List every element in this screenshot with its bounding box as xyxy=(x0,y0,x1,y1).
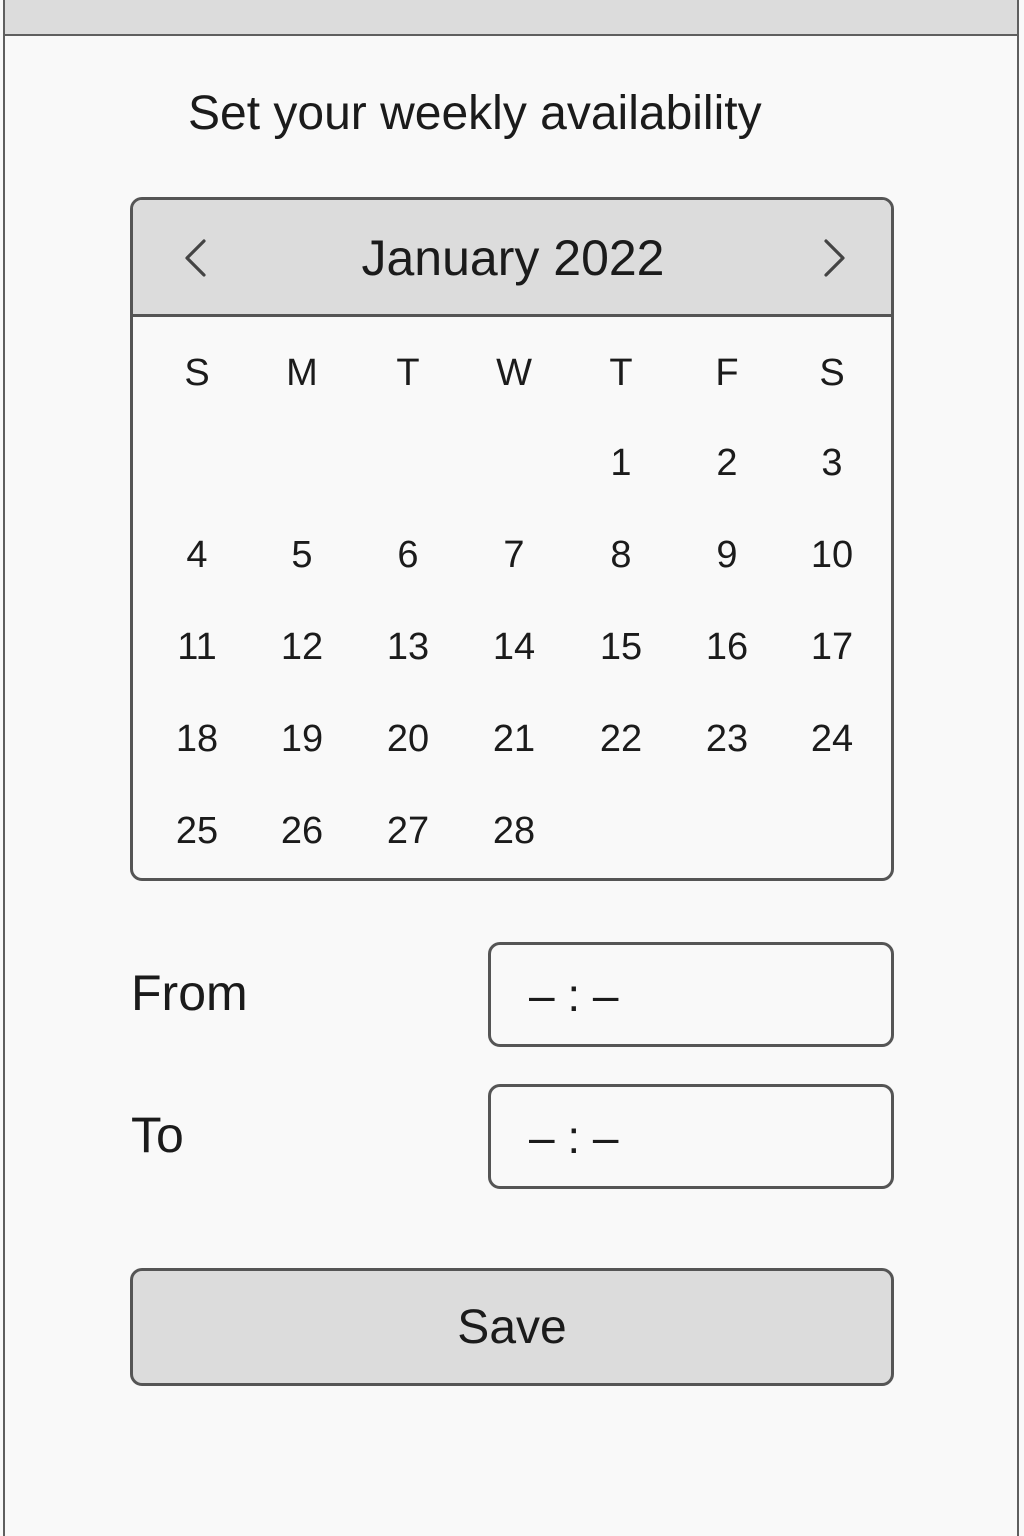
weekday-label: S xyxy=(819,352,845,394)
save-button[interactable]: Save xyxy=(130,1268,894,1386)
day-cell[interactable]: 3 xyxy=(792,433,872,493)
week-row: 11 12 13 14 15 16 17 xyxy=(133,617,891,677)
day-cell[interactable]: 18 xyxy=(157,709,237,769)
day-cell[interactable]: 12 xyxy=(262,617,342,677)
chevron-left-icon xyxy=(185,239,206,277)
day-cell[interactable]: 11 xyxy=(157,617,237,677)
weekday-label: S xyxy=(184,352,210,394)
day-cell[interactable]: 4 xyxy=(157,525,237,585)
day-cell[interactable]: 8 xyxy=(581,525,661,585)
calendar-header: January 2022 xyxy=(133,200,891,317)
weekday-label: T xyxy=(609,352,633,394)
day-cell[interactable]: 25 xyxy=(157,801,237,861)
day-cell[interactable]: 23 xyxy=(687,709,767,769)
day-cell[interactable]: 26 xyxy=(262,801,342,861)
day-cell[interactable]: 7 xyxy=(474,525,554,585)
from-time-input[interactable] xyxy=(488,942,894,1047)
day-cell[interactable]: 20 xyxy=(368,709,448,769)
day-cell[interactable]: 19 xyxy=(262,709,342,769)
weekday-label: M xyxy=(286,352,318,394)
day-cell[interactable]: 27 xyxy=(368,801,448,861)
calendar: January 2022 SMTWTFS 1 2 3 4 5 6 7 8 9 10 11 12 13 14… xyxy=(130,197,894,881)
day-cell[interactable]: 1 xyxy=(581,433,661,493)
day-cell[interactable]: 15 xyxy=(581,617,661,677)
week-row: 18 19 20 21 22 23 24 xyxy=(133,709,891,769)
day-cell[interactable]: 14 xyxy=(474,617,554,677)
to-time-input[interactable] xyxy=(488,1084,894,1189)
day-cell[interactable]: 28 xyxy=(474,801,554,861)
day-cell[interactable]: 2 xyxy=(687,433,767,493)
day-cell[interactable]: 10 xyxy=(792,525,872,585)
day-cell[interactable]: 5 xyxy=(262,525,342,585)
weekday-header-row: SMTWTFS xyxy=(133,343,891,403)
top-bar xyxy=(5,0,1017,36)
day-cell[interactable]: 24 xyxy=(792,709,872,769)
day-cell[interactable]: 21 xyxy=(474,709,554,769)
month-label: January 2022 xyxy=(361,230,665,286)
day-cell[interactable]: 6 xyxy=(368,525,448,585)
day-cell[interactable]: 13 xyxy=(368,617,448,677)
week-row: 25 26 27 28 xyxy=(133,801,891,861)
weekday-label: W xyxy=(496,352,532,394)
page-title: Set your weekly availability xyxy=(188,87,762,140)
week-row: 4 5 6 7 8 9 10 xyxy=(133,525,891,585)
from-label: From xyxy=(131,965,248,1021)
day-cell[interactable]: 22 xyxy=(581,709,661,769)
day-cell[interactable]: 9 xyxy=(687,525,767,585)
weekday-label: T xyxy=(396,352,420,394)
to-label: To xyxy=(131,1107,184,1163)
next-month-button[interactable] xyxy=(810,236,854,280)
week-row: 123 xyxy=(133,433,891,493)
weekday-label: F xyxy=(715,352,739,394)
day-cell[interactable]: 17 xyxy=(792,617,872,677)
prev-month-button[interactable] xyxy=(176,236,220,280)
chevron-right-icon xyxy=(824,239,845,277)
day-cell[interactable]: 16 xyxy=(687,617,767,677)
